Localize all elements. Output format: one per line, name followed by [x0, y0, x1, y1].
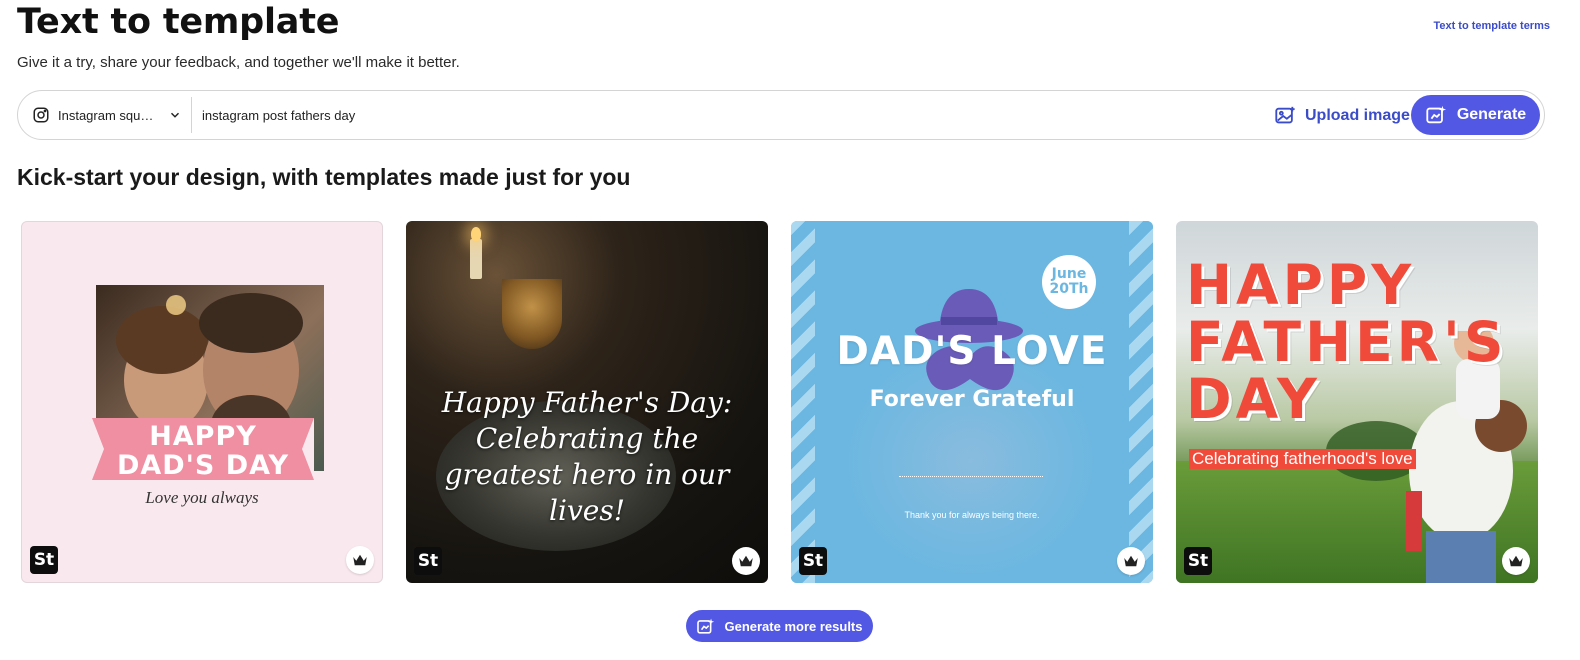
- premium-crown-icon: [346, 546, 374, 574]
- card3-headline: DAD'S LOVE: [836, 329, 1108, 374]
- card4-title-line1: HAPPY: [1186, 253, 1416, 317]
- instagram-icon: [33, 107, 49, 123]
- card4-subline: Celebrating fatherhood's love: [1189, 449, 1416, 469]
- candle-flame: [471, 227, 481, 241]
- page-subtitle: Give it a try, share your feedback, and …: [17, 54, 460, 71]
- upload-image-label: Upload image: [1305, 107, 1410, 124]
- page-title: Text to template: [17, 2, 340, 42]
- format-dropdown[interactable]: Instagram square post: [32, 101, 182, 129]
- section-title: Kick-start your design, with templates m…: [17, 164, 631, 190]
- card3-subline: Forever Grateful: [869, 387, 1075, 412]
- terms-link[interactable]: Text to template terms: [1433, 20, 1550, 32]
- template-card-2[interactable]: Happy Father's Day: Celebrating the grea…: [406, 221, 768, 583]
- stock-badge: St: [799, 547, 827, 575]
- card1-headline: HAPPY DAD'S DAY: [92, 422, 314, 480]
- card4-title-line3: DAY: [1186, 367, 1321, 431]
- upload-image-icon: [1275, 106, 1295, 124]
- card1-subline: Love you always: [145, 488, 259, 507]
- stock-badge: St: [30, 546, 58, 574]
- upload-image-button[interactable]: Upload image: [1274, 103, 1410, 129]
- prompt-bar: Instagram square post Upload image: [17, 90, 1545, 140]
- premium-crown-icon: [1117, 547, 1145, 575]
- text-to-template-page: Text to template Text to template terms …: [0, 0, 1580, 660]
- card4-title-line2: FATHER'S: [1186, 310, 1508, 374]
- template-card-1[interactable]: HAPPY DAD'S DAY Love you always St: [21, 221, 383, 583]
- generate-button[interactable]: Generate: [1411, 95, 1540, 135]
- card4-title: HAPPY FATHER'S DAY: [1186, 257, 1507, 428]
- date-day: 20Th: [1049, 281, 1089, 297]
- stock-badge: St: [1184, 547, 1212, 575]
- card1-headline-line1: HAPPY: [149, 421, 257, 452]
- prompt-divider: [191, 97, 192, 133]
- generate-more-button[interactable]: Generate more results: [686, 610, 873, 642]
- chevron-down-icon: [170, 112, 180, 118]
- card1-headline-line2: DAD'S DAY: [116, 450, 290, 481]
- template-card-4[interactable]: HAPPY FATHER'S DAY Celebrating fatherhoo…: [1176, 221, 1538, 583]
- card2-text: Happy Father's Day: Celebrating the grea…: [441, 386, 733, 527]
- template-card-3[interactable]: June 20Th DAD'S LOVE Forever Grateful Th…: [791, 221, 1153, 583]
- generate-label: Generate: [1456, 106, 1527, 123]
- stock-badge: St: [414, 547, 442, 575]
- card3-small-text: Thank you for always being there.: [904, 510, 1040, 520]
- candle-image: [470, 239, 482, 279]
- date-month: June: [1051, 266, 1087, 282]
- premium-crown-icon: [1502, 547, 1530, 575]
- prompt-input[interactable]: [202, 102, 1252, 128]
- date-circle: June 20Th: [1042, 255, 1096, 309]
- format-label: Instagram square post: [58, 107, 156, 123]
- premium-crown-icon: [732, 547, 760, 575]
- generate-sparkle-icon: [1426, 105, 1446, 124]
- generate-more-label: Generate more results: [724, 618, 863, 634]
- dotted-divider: [899, 476, 1043, 477]
- generate-sparkle-icon: [697, 618, 715, 634]
- glass-image: [502, 279, 562, 349]
